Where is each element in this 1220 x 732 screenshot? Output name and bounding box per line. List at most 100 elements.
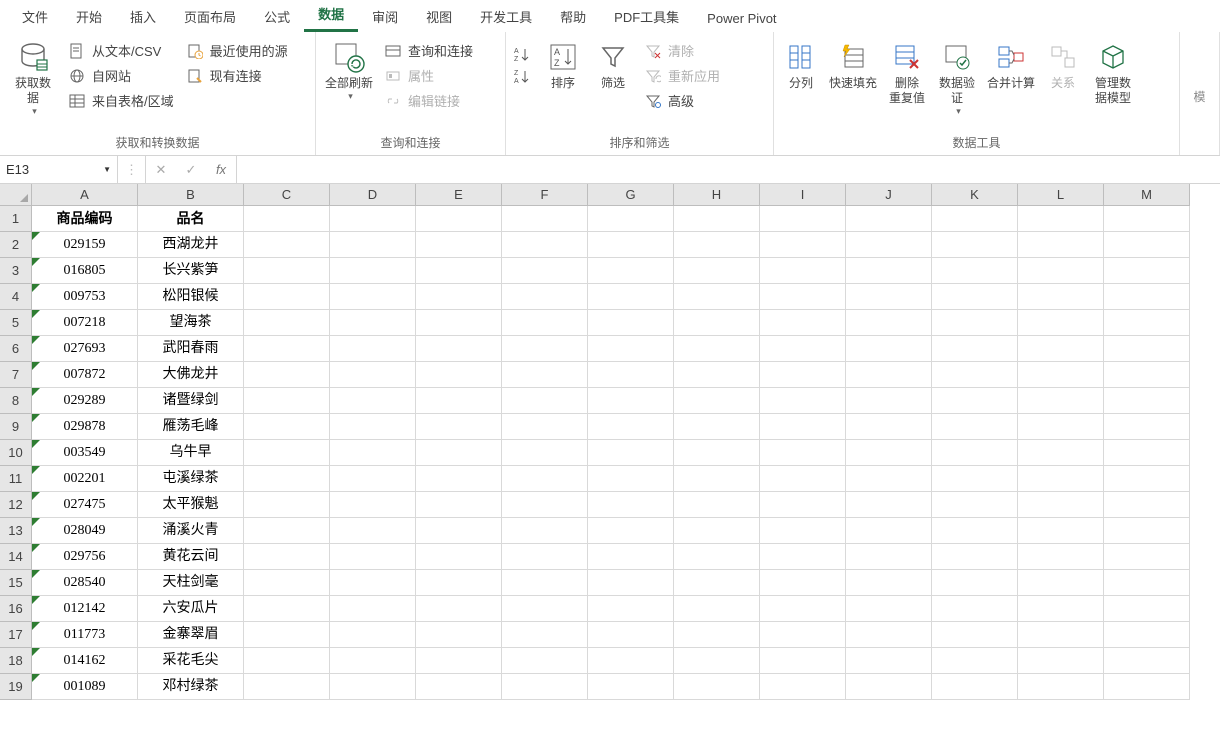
row-header-5[interactable]: 5 — [0, 310, 32, 336]
column-header-F[interactable]: F — [502, 184, 588, 206]
cell-I16[interactable] — [760, 596, 846, 622]
cell-F17[interactable] — [502, 622, 588, 648]
cell-K18[interactable] — [932, 648, 1018, 674]
cell-E12[interactable] — [416, 492, 502, 518]
cell-J7[interactable] — [846, 362, 932, 388]
cell-J13[interactable] — [846, 518, 932, 544]
tab-视图[interactable]: 视图 — [412, 1, 466, 32]
name-box[interactable]: E13 ▼ — [0, 156, 118, 183]
tab-文件[interactable]: 文件 — [8, 1, 62, 32]
cell-I13[interactable] — [760, 518, 846, 544]
cell-C12[interactable] — [244, 492, 330, 518]
cell-C16[interactable] — [244, 596, 330, 622]
cell-K6[interactable] — [932, 336, 1018, 362]
cell-C13[interactable] — [244, 518, 330, 544]
tab-页面布局[interactable]: 页面布局 — [170, 1, 250, 32]
cell-C15[interactable] — [244, 570, 330, 596]
column-header-A[interactable]: A — [32, 184, 138, 206]
row-header-14[interactable]: 14 — [0, 544, 32, 570]
cell-E2[interactable] — [416, 232, 502, 258]
cell-D11[interactable] — [330, 466, 416, 492]
cell-B8[interactable]: 诸暨绿剑 — [138, 388, 244, 414]
cell-I8[interactable] — [760, 388, 846, 414]
cell-J10[interactable] — [846, 440, 932, 466]
cell-B11[interactable]: 屯溪绿茶 — [138, 466, 244, 492]
cell-A15[interactable]: 028540 — [32, 570, 138, 596]
cell-E7[interactable] — [416, 362, 502, 388]
from-table-button[interactable]: 来自表格/区域 — [62, 88, 180, 113]
cell-G12[interactable] — [588, 492, 674, 518]
cell-A2[interactable]: 029159 — [32, 232, 138, 258]
cell-D7[interactable] — [330, 362, 416, 388]
cell-L16[interactable] — [1018, 596, 1104, 622]
cell-L13[interactable] — [1018, 518, 1104, 544]
data-validation-button[interactable]: 数据验 证 ▾ — [932, 34, 982, 117]
cell-G19[interactable] — [588, 674, 674, 700]
cell-M13[interactable] — [1104, 518, 1190, 544]
row-header-17[interactable]: 17 — [0, 622, 32, 648]
cell-K15[interactable] — [932, 570, 1018, 596]
clear-filter-button[interactable]: 清除 — [638, 38, 726, 63]
cell-M11[interactable] — [1104, 466, 1190, 492]
cell-G16[interactable] — [588, 596, 674, 622]
tab-PDF工具集[interactable]: PDF工具集 — [600, 1, 693, 32]
cell-H17[interactable] — [674, 622, 760, 648]
get-data-button[interactable]: 获取数 据 ▾ — [4, 34, 62, 117]
cell-G5[interactable] — [588, 310, 674, 336]
cell-L14[interactable] — [1018, 544, 1104, 570]
cell-A7[interactable]: 007872 — [32, 362, 138, 388]
cell-F19[interactable] — [502, 674, 588, 700]
tab-数据[interactable]: 数据 — [304, 0, 358, 32]
cell-G18[interactable] — [588, 648, 674, 674]
cell-D16[interactable] — [330, 596, 416, 622]
cell-K7[interactable] — [932, 362, 1018, 388]
existing-connections-button[interactable]: 现有连接 — [180, 63, 294, 88]
cell-M10[interactable] — [1104, 440, 1190, 466]
cell-H4[interactable] — [674, 284, 760, 310]
cell-B19[interactable]: 邓村绿茶 — [138, 674, 244, 700]
cell-B9[interactable]: 雁荡毛峰 — [138, 414, 244, 440]
cell-J15[interactable] — [846, 570, 932, 596]
cell-J9[interactable] — [846, 414, 932, 440]
cell-K14[interactable] — [932, 544, 1018, 570]
cell-D4[interactable] — [330, 284, 416, 310]
cell-H3[interactable] — [674, 258, 760, 284]
column-header-H[interactable]: H — [674, 184, 760, 206]
cell-I11[interactable] — [760, 466, 846, 492]
cell-H1[interactable] — [674, 206, 760, 232]
cell-L9[interactable] — [1018, 414, 1104, 440]
cell-A12[interactable]: 027475 — [32, 492, 138, 518]
cell-F4[interactable] — [502, 284, 588, 310]
cell-L1[interactable] — [1018, 206, 1104, 232]
cell-B18[interactable]: 采花毛尖 — [138, 648, 244, 674]
cell-J6[interactable] — [846, 336, 932, 362]
cell-F18[interactable] — [502, 648, 588, 674]
tab-插入[interactable]: 插入 — [116, 1, 170, 32]
cell-D18[interactable] — [330, 648, 416, 674]
cell-D13[interactable] — [330, 518, 416, 544]
cell-A19[interactable]: 001089 — [32, 674, 138, 700]
cell-J4[interactable] — [846, 284, 932, 310]
cell-K4[interactable] — [932, 284, 1018, 310]
cell-B1[interactable]: 品名 — [138, 206, 244, 232]
from-text-csv-button[interactable]: 从文本/CSV — [62, 38, 180, 63]
cell-M3[interactable] — [1104, 258, 1190, 284]
cell-H12[interactable] — [674, 492, 760, 518]
cell-L2[interactable] — [1018, 232, 1104, 258]
cell-H2[interactable] — [674, 232, 760, 258]
cell-J11[interactable] — [846, 466, 932, 492]
cell-H16[interactable] — [674, 596, 760, 622]
cell-A8[interactable]: 029289 — [32, 388, 138, 414]
cell-E16[interactable] — [416, 596, 502, 622]
cell-B5[interactable]: 望海茶 — [138, 310, 244, 336]
name-box-expand[interactable]: ⋮ — [118, 156, 146, 183]
cell-L18[interactable] — [1018, 648, 1104, 674]
cell-E13[interactable] — [416, 518, 502, 544]
cell-I10[interactable] — [760, 440, 846, 466]
cell-M7[interactable] — [1104, 362, 1190, 388]
select-all-corner[interactable] — [0, 184, 32, 206]
column-header-G[interactable]: G — [588, 184, 674, 206]
cell-G2[interactable] — [588, 232, 674, 258]
cell-G14[interactable] — [588, 544, 674, 570]
cell-C7[interactable] — [244, 362, 330, 388]
